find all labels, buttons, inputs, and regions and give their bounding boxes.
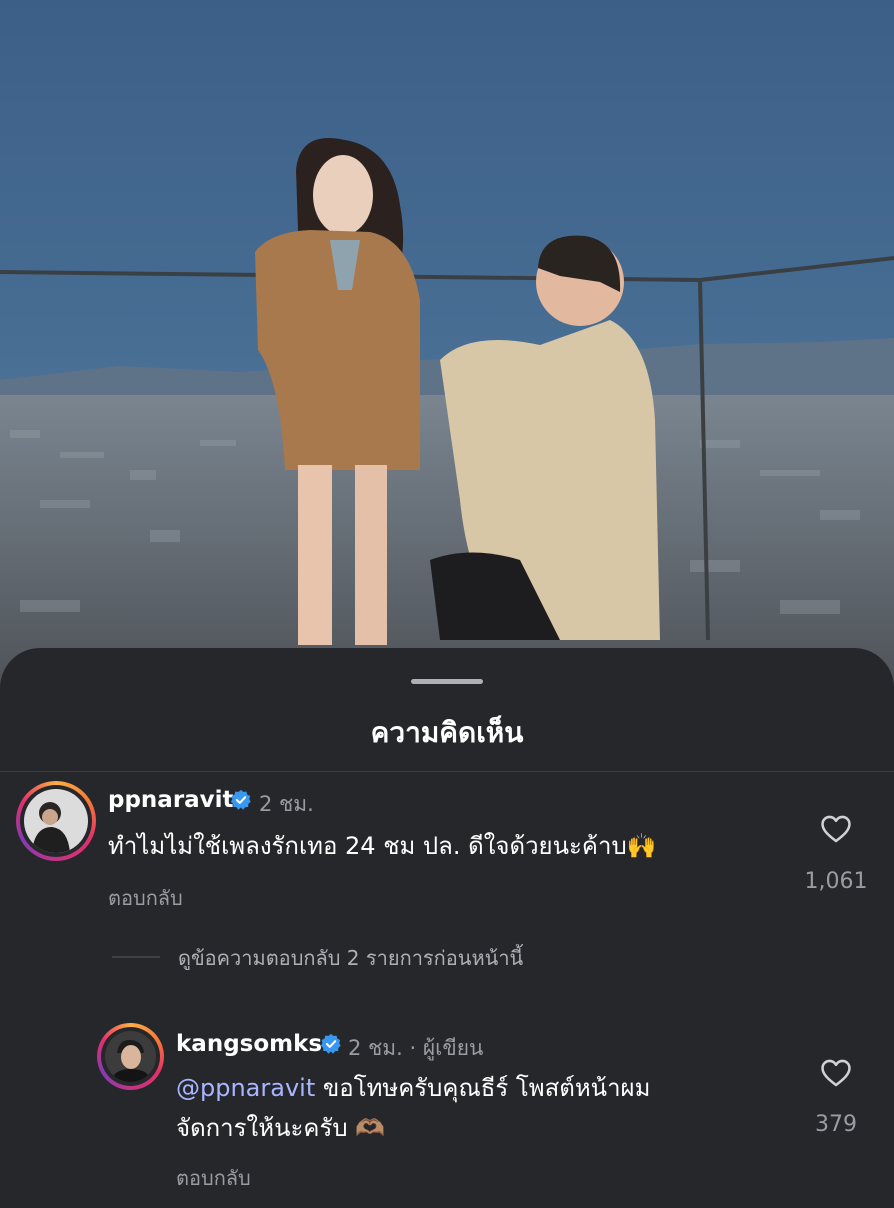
heart-outline-icon[interactable]	[818, 1056, 854, 1090]
mention-link[interactable]: @ppnaravit	[176, 1074, 315, 1102]
like-count: 379	[815, 1112, 857, 1137]
like-count: 1,061	[804, 869, 868, 894]
comment-text-part: จัดการให้นะครับ 🫶🏽	[176, 1114, 386, 1142]
view-replies-line	[112, 956, 160, 958]
comment-text-part: ขอโทษครับคุณธีร์ โพสต์หน้าผม	[315, 1074, 651, 1102]
author-badge: ผู้เขียน	[422, 1036, 484, 1060]
separator: ·	[409, 1036, 417, 1060]
post-photo	[0, 0, 894, 700]
time: 2 ชม.	[348, 1036, 403, 1060]
sheet-title: ความคิดเห็น	[370, 716, 524, 749]
divider	[0, 771, 894, 772]
comment-text: @ppnaravit ขอโทษครับคุณธีร์ โพสต์หน้าผม …	[176, 1068, 650, 1148]
user-avatar-icon	[24, 789, 88, 853]
comment-text: ทำไมไม่ใช้เพลงรักเทอ 24 ชม ปล. ดีใจด้วยน…	[108, 832, 657, 860]
view-replies-button[interactable]: ดูข้อความตอบกลับ 2 รายการก่อนหน้านี้	[178, 942, 523, 974]
verified-badge-icon	[230, 789, 251, 810]
avatar[interactable]	[97, 1023, 164, 1090]
comment-time: 2 ชม. · ผู้เขียน	[348, 1032, 483, 1065]
heart-outline-icon[interactable]	[818, 812, 854, 846]
avatar[interactable]	[16, 781, 96, 861]
reply-button[interactable]: ตอบกลับ	[176, 1162, 251, 1194]
comment-username[interactable]: kangsomks	[176, 1031, 322, 1057]
reply-button[interactable]: ตอบกลับ	[108, 882, 183, 914]
verified-badge-icon	[320, 1033, 341, 1054]
user-avatar-icon	[105, 1031, 156, 1082]
comment-time: 2 ชม.	[259, 792, 314, 816]
comment-username[interactable]: ppnaravit	[108, 787, 234, 813]
drag-handle[interactable]	[411, 679, 483, 684]
